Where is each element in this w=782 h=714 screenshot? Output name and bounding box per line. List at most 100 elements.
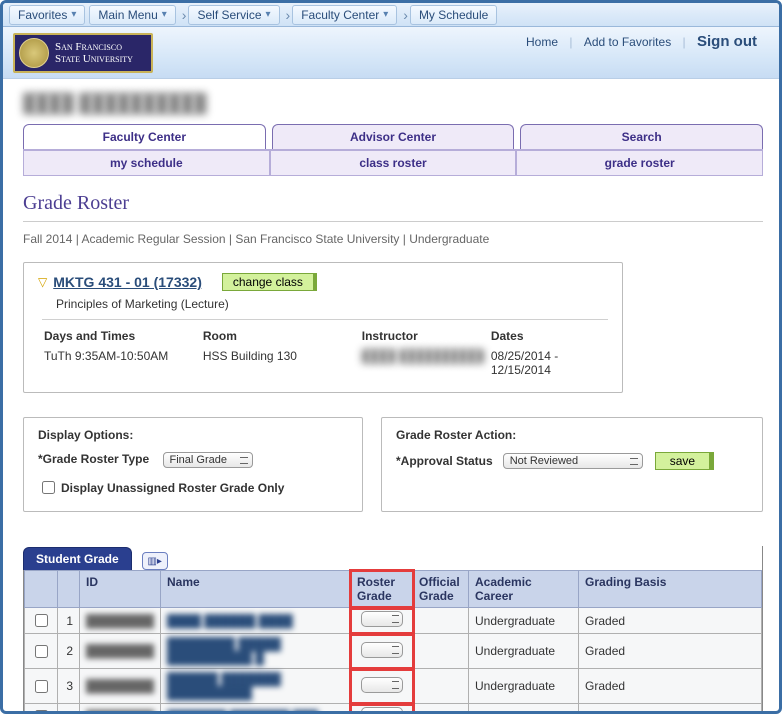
col-id[interactable]: ID xyxy=(80,571,161,608)
breadcrumb-bar: Favorites ▾ Main Menu ▾ › Self Service ▾… xyxy=(3,3,779,27)
unassigned-only-checkbox[interactable] xyxy=(42,481,55,494)
grading-basis: Graded xyxy=(579,669,762,704)
user-name: ████ ██████████ xyxy=(23,93,763,114)
val-dates: 08/25/2014 - 12/15/2014 xyxy=(489,346,608,380)
bc-my-schedule-label: My Schedule xyxy=(419,8,488,22)
bc-self-service[interactable]: Self Service ▾ xyxy=(188,5,279,25)
approval-status-select[interactable]: Not Reviewed xyxy=(503,453,643,469)
tab-search[interactable]: Search xyxy=(520,124,763,149)
student-name[interactable]: ████████ █████ ██████████ █ xyxy=(161,634,351,669)
col-days-times: Days and Times xyxy=(42,326,201,346)
caret-down-icon: ▾ xyxy=(71,9,76,20)
favorites-menu[interactable]: Favorites ▾ xyxy=(9,5,85,25)
col-official-grade[interactable]: Official Grade xyxy=(413,571,469,608)
col-grading-basis[interactable]: Grading Basis xyxy=(579,571,762,608)
home-link[interactable]: Home xyxy=(526,35,558,49)
col-roster-grade[interactable]: Roster Grade xyxy=(351,571,413,608)
row-select-checkbox[interactable] xyxy=(35,710,48,711)
context-line: Fall 2014 | Academic Regular Session | S… xyxy=(23,232,763,246)
save-button[interactable]: save xyxy=(655,452,714,470)
val-instructor: ████ ██████████ xyxy=(360,346,489,380)
table-row: 1████████████ ██████ ████ UndergraduateGr… xyxy=(25,608,762,634)
grade-roster-type-select[interactable]: Final Grade xyxy=(163,452,253,468)
display-options-title: Display Options: xyxy=(38,428,348,442)
primary-tabs: Faculty Center Advisor Center Search xyxy=(23,124,763,149)
table-row: 3██████████████ ███████ ██████████Underg… xyxy=(25,669,762,704)
class-description: Principles of Marketing (Lecture) xyxy=(56,297,608,311)
col-room: Room xyxy=(201,326,360,346)
student-id: ████████ xyxy=(80,608,161,634)
secondary-tabs: my schedule class roster grade roster xyxy=(23,149,763,176)
student-name[interactable]: ████ ██████ ████ xyxy=(161,608,351,634)
main-menu-label: Main Menu xyxy=(98,8,157,22)
main-menu[interactable]: Main Menu ▾ xyxy=(89,5,175,25)
student-id: ████████ xyxy=(80,704,161,712)
row-number: 4 xyxy=(58,704,80,712)
row-number: 2 xyxy=(58,634,80,669)
bc-faculty-center[interactable]: Faculty Center ▾ xyxy=(292,5,397,25)
row-select-checkbox[interactable] xyxy=(35,645,48,658)
table-row: 2████████████████ █████ ██████████ █Unde… xyxy=(25,634,762,669)
student-name[interactable]: ███████ ███████ ███ xyxy=(161,704,351,712)
class-info-box: ▽ MKTG 431 - 01 (17332) change class Pri… xyxy=(23,262,623,393)
seal-icon xyxy=(19,38,49,68)
tab-faculty-center[interactable]: Faculty Center xyxy=(23,124,266,149)
header-strip: San Francisco State University Home | Ad… xyxy=(3,27,779,79)
divider: | xyxy=(683,35,686,49)
row-select-checkbox[interactable] xyxy=(35,680,48,693)
student-name[interactable]: ██████ ███████ ██████████ xyxy=(161,669,351,704)
academic-career: Undergraduate xyxy=(469,669,579,704)
col-instructor: Instructor xyxy=(360,326,489,346)
disclosure-triangle-icon[interactable]: ▽ xyxy=(38,275,47,289)
student-grade-grid: Student Grade ▥▸ ID Name Roster Grade Of… xyxy=(23,546,763,711)
grid-expand-icon[interactable]: ▥▸ xyxy=(142,552,168,570)
official-grade xyxy=(413,634,469,669)
official-grade xyxy=(413,704,469,712)
add-favorites-link[interactable]: Add to Favorites xyxy=(584,35,671,49)
chevron-right-icon: › xyxy=(403,7,408,23)
approval-status-label: *Approval Status xyxy=(396,454,493,468)
col-name[interactable]: Name xyxy=(161,571,351,608)
divider: | xyxy=(569,35,572,49)
caret-down-icon: ▾ xyxy=(162,9,167,20)
official-grade xyxy=(413,608,469,634)
roster-grade-select[interactable] xyxy=(361,611,403,627)
main-content: ████ ██████████ Faculty Center Advisor C… xyxy=(3,79,779,711)
table-row: 4███████████████ ███████ ███ Undergraduat… xyxy=(25,704,762,712)
grade-roster-type-label: *Grade Roster Type xyxy=(38,452,149,466)
subtab-my-schedule[interactable]: my schedule xyxy=(23,150,270,176)
caret-down-icon: ▾ xyxy=(266,9,271,20)
display-options-box: Display Options: *Grade Roster Type Fina… xyxy=(23,417,363,512)
roster-grade-select[interactable] xyxy=(361,642,403,658)
col-dates: Dates xyxy=(489,326,608,346)
col-rownum xyxy=(58,571,80,608)
col-academic-career[interactable]: Academic Career xyxy=(469,571,579,608)
student-id: ████████ xyxy=(80,634,161,669)
university-logo: San Francisco State University xyxy=(13,33,153,73)
chevron-right-icon: › xyxy=(182,7,187,23)
subtab-grade-roster[interactable]: grade roster xyxy=(516,150,763,176)
change-class-button[interactable]: change class xyxy=(222,273,317,291)
official-grade xyxy=(413,669,469,704)
tab-advisor-center[interactable]: Advisor Center xyxy=(272,124,515,149)
grading-basis: Graded xyxy=(579,608,762,634)
subtab-class-roster[interactable]: class roster xyxy=(270,150,517,176)
academic-career: Undergraduate xyxy=(469,608,579,634)
grading-basis: Graded xyxy=(579,634,762,669)
class-link[interactable]: MKTG 431 - 01 (17332) xyxy=(53,274,202,290)
col-select xyxy=(25,571,58,608)
grade-roster-action-title: Grade Roster Action: xyxy=(396,428,748,442)
sign-out-link[interactable]: Sign out xyxy=(697,33,757,50)
roster-grade-select[interactable] xyxy=(361,707,403,711)
bc-my-schedule[interactable]: My Schedule xyxy=(410,5,497,25)
bc-faculty-center-label: Faculty Center xyxy=(301,8,379,22)
top-links: Home | Add to Favorites | Sign out xyxy=(518,33,765,50)
grid-tab-student-grade[interactable]: Student Grade xyxy=(23,547,132,570)
row-select-checkbox[interactable] xyxy=(35,614,48,627)
row-number: 3 xyxy=(58,669,80,704)
roster-grade-select[interactable] xyxy=(361,677,403,693)
favorites-label: Favorites xyxy=(18,8,67,22)
academic-career: Undergraduate xyxy=(469,704,579,712)
unassigned-only-label: Display Unassigned Roster Grade Only xyxy=(61,481,284,495)
row-number: 1 xyxy=(58,608,80,634)
